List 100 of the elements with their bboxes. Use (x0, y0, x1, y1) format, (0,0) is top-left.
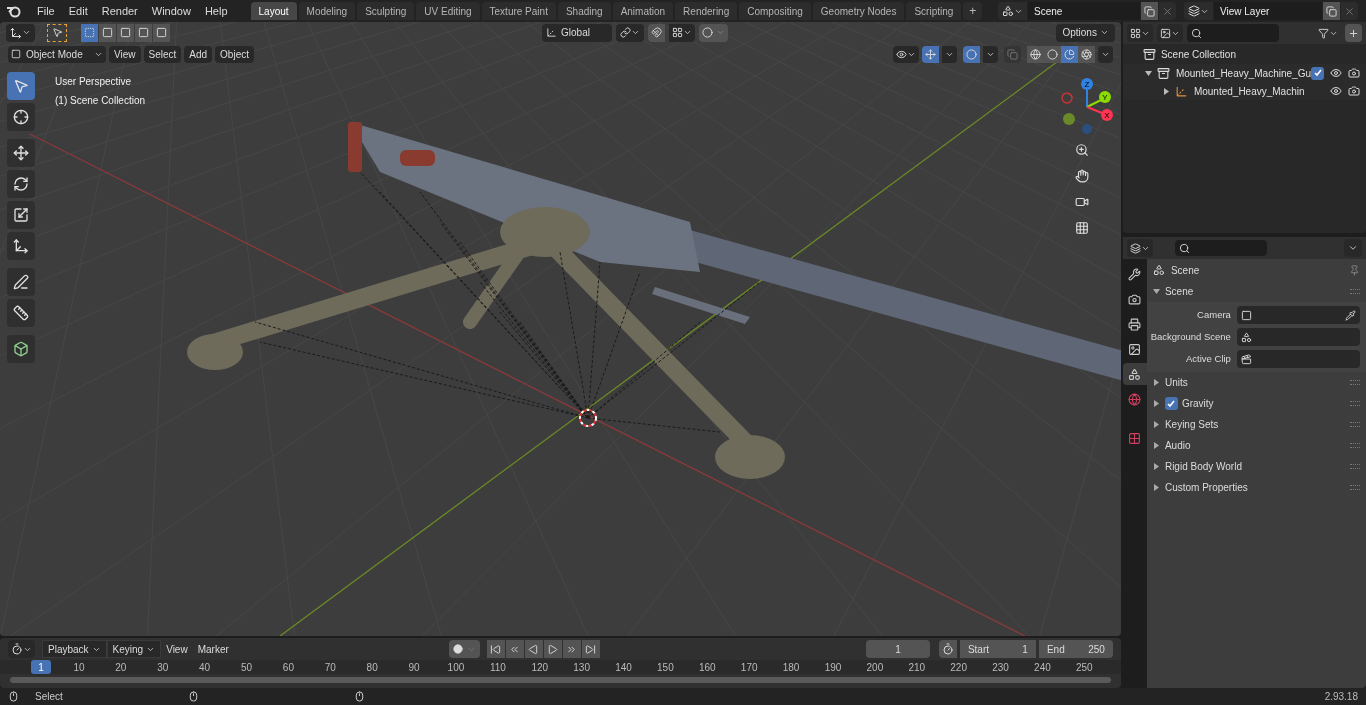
selection-mode-button[interactable] (81, 23, 98, 42)
timeline-menu[interactable]: Keying (106, 640, 162, 658)
viewport-menu[interactable]: View (109, 45, 141, 63)
selection-mode-button[interactable] (99, 23, 116, 42)
zoom-icon[interactable] (1075, 143, 1089, 157)
hand-icon[interactable] (1075, 169, 1089, 183)
disclosure-triangle-icon[interactable] (1152, 421, 1161, 428)
timeline-menu[interactable]: Marker (192, 640, 234, 658)
play-reverse-icon[interactable] (528, 643, 540, 655)
object-field[interactable] (1236, 306, 1360, 324)
mode-dropdown[interactable]: Object Mode (8, 45, 106, 63)
start-frame-field[interactable]: Start 1 (959, 640, 1036, 658)
menu-item[interactable]: Edit (61, 2, 95, 20)
viewport-menu[interactable]: Select (143, 45, 182, 63)
toolbar-tool-button[interactable] (7, 103, 35, 131)
play-icon[interactable] (547, 643, 559, 655)
toolbar-tool-button[interactable] (7, 232, 35, 260)
disclosure-triangle-icon[interactable] (1152, 400, 1161, 407)
workspace-tab[interactable]: Geometry Nodes (812, 2, 905, 20)
snap-target-icon[interactable] (672, 27, 684, 38)
toolbar-tool-button[interactable] (7, 335, 35, 363)
options-dropdown[interactable]: Options (1056, 23, 1115, 42)
end-frame-field[interactable]: End 250 (1038, 640, 1113, 658)
workspace-tab[interactable]: Modeling (298, 2, 356, 20)
selection-mode-button[interactable] (153, 23, 170, 42)
new-collection-icon[interactable] (1348, 27, 1359, 39)
outliner-item[interactable]: Scene Collection (1160, 46, 1236, 62)
pin-icon[interactable] (1349, 264, 1360, 276)
stopwatch-icon[interactable] (941, 643, 954, 655)
grid-icon[interactable] (1075, 221, 1089, 235)
pointer-icon[interactable] (51, 27, 63, 38)
gizmo-toggle-icon[interactable] (924, 48, 936, 60)
checkbox[interactable] (1164, 397, 1178, 410)
jump-start-icon[interactable] (490, 643, 502, 655)
workspace-tab[interactable]: Compositing (739, 2, 811, 20)
proportional-edit-icon[interactable] (702, 27, 714, 38)
search-field[interactable] (1174, 240, 1267, 256)
menu-item[interactable]: File (30, 2, 62, 20)
scene-icon[interactable] (1002, 5, 1014, 17)
disclosure-triangle-icon[interactable] (1152, 442, 1161, 449)
eyedropper-icon[interactable] (1345, 309, 1356, 321)
panel-header[interactable]: Rigid Body World (1164, 459, 1346, 474)
workspace-tab[interactable]: Shading (557, 2, 611, 20)
workspace-tab[interactable]: Layout (250, 2, 297, 20)
selection-mode-button[interactable] (117, 23, 134, 42)
overlay-toggle-icon[interactable] (965, 48, 977, 60)
orientation-dropdown[interactable]: Global (542, 23, 613, 42)
menu-item[interactable]: Render (94, 2, 145, 20)
toolbar-tool-button[interactable] (7, 299, 35, 327)
disclosure-triangle-icon[interactable] (1152, 288, 1161, 295)
workspace-tab[interactable]: Texture Paint (481, 2, 556, 20)
timeline-menu[interactable]: View (161, 640, 193, 658)
workspace-tab[interactable]: Rendering (675, 2, 738, 20)
object-field[interactable] (1236, 328, 1360, 346)
copy-icon[interactable] (1144, 5, 1155, 17)
panel-header[interactable]: Audio (1164, 438, 1346, 453)
close-icon[interactable] (1344, 5, 1355, 17)
visibility-icon[interactable] (895, 48, 907, 60)
viewport-menu[interactable]: Object (215, 45, 254, 63)
shading-mode-button[interactable] (1026, 45, 1044, 63)
disclosure-triangle-icon[interactable] (1152, 463, 1161, 470)
close-icon[interactable] (1162, 5, 1173, 17)
caret-icon[interactable] (1348, 243, 1358, 253)
editor-type-icon[interactable] (11, 643, 23, 655)
workspace-tab[interactable]: Sculpting (357, 2, 415, 20)
disclosure-triangle-icon[interactable] (1152, 379, 1161, 386)
selection-mode-button[interactable] (135, 23, 152, 42)
navigation-gizmo[interactable]: Z Y X (1057, 77, 1117, 137)
eye-icon[interactable] (1330, 85, 1342, 97)
toolbar-tool-button[interactable] (7, 201, 35, 229)
panel-header[interactable]: Keying Sets (1164, 417, 1346, 432)
panel-header[interactable]: Custom Properties (1164, 480, 1346, 495)
layers-icon[interactable] (1188, 5, 1200, 17)
panel-header[interactable]: Units (1164, 375, 1346, 390)
toolbar-tool-button[interactable] (7, 170, 35, 198)
menu-item[interactable]: Help (197, 2, 235, 20)
copy-icon[interactable] (1326, 5, 1337, 17)
add-workspace-button[interactable]: + (963, 2, 983, 20)
workspace-tab[interactable]: Scripting (906, 2, 962, 20)
checkbox[interactable] (1311, 66, 1324, 80)
properties-tab[interactable] (1122, 363, 1147, 385)
object-field[interactable] (1236, 350, 1360, 368)
scene-field[interactable]: Scene (1028, 2, 1140, 20)
viewport-menu[interactable]: Add (184, 45, 213, 63)
display-mode-icon[interactable] (1129, 27, 1141, 39)
search-field[interactable] (1186, 24, 1279, 42)
timeline-scrollbar[interactable] (10, 677, 1111, 683)
panel-header[interactable]: Gravity (1181, 396, 1346, 411)
view-layer-field[interactable]: View Layer (1214, 2, 1322, 20)
outliner-item[interactable]: Mounted_Heavy_Machin (1193, 83, 1330, 99)
camera-view-icon[interactable] (1075, 195, 1089, 209)
menu-item[interactable]: Window (144, 2, 198, 20)
timeline-menu[interactable]: Playback (42, 640, 107, 658)
current-frame-field[interactable]: 1 (865, 640, 930, 658)
jump-end-icon[interactable] (585, 643, 597, 655)
toolbar-tool-button[interactable] (7, 268, 35, 296)
camera-icon[interactable] (1348, 85, 1360, 97)
eye-icon[interactable] (1330, 67, 1342, 79)
camera-icon[interactable] (1348, 67, 1360, 79)
record-icon[interactable] (452, 644, 463, 654)
